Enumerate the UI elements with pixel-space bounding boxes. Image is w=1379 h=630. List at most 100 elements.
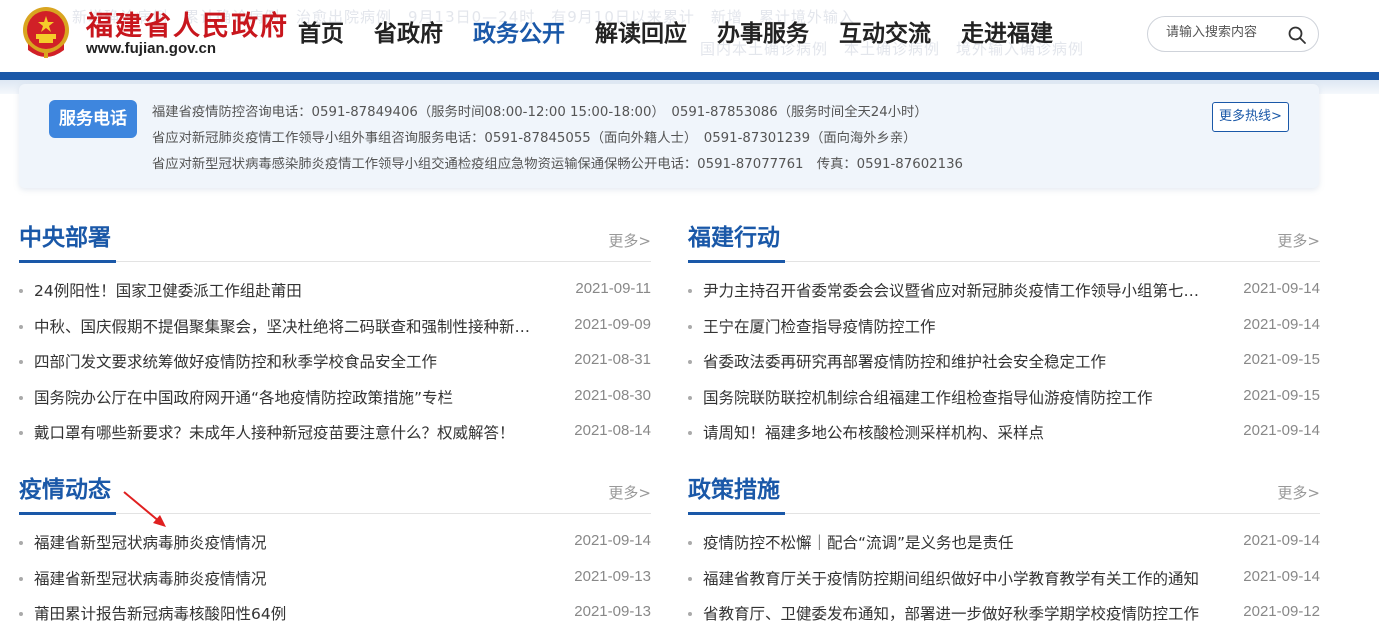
hotline-line: 省应对新冠肺炎疫情工作领导小组外事组咨询服务电话：0591-87845055（面… bbox=[152, 131, 917, 146]
list-item[interactable]: 四部门发文要求统筹做好疫情防控和秋季学校食品安全工作 2021-08-31 bbox=[19, 344, 651, 380]
bullet-icon bbox=[688, 360, 692, 364]
list-item[interactable]: 国务院办公厅在中国政府网开通“各地疫情防控政策措施”专栏 2021-08-30 bbox=[19, 380, 651, 416]
news-list: 24例阳性！国家卫健委派工作组赴莆田 2021-09-11 中秋、国庆假期不提倡聚… bbox=[19, 273, 651, 451]
news-date: 2021-09-14 bbox=[1243, 567, 1320, 585]
section-more-link[interactable]: 更多> bbox=[608, 482, 651, 503]
magnifier-icon[interactable] bbox=[1286, 24, 1308, 46]
news-date: 2021-09-11 bbox=[575, 280, 651, 297]
list-item[interactable]: 戴口罩有哪些新要求？未成年人接种新冠疫苗要注意什么？权威解答！ 2021-08-1… bbox=[19, 415, 651, 451]
news-date: 2021-09-13 bbox=[574, 603, 651, 620]
list-item[interactable]: 省委政法委再研究再部署疫情防控和维护社会安全稳定工作 2021-09-15 bbox=[688, 344, 1320, 380]
list-item[interactable]: 尹力主持召开省委常委会会议暨省应对新冠肺炎疫情工作领导小组第七十次会议 2021-… bbox=[688, 273, 1320, 309]
list-item[interactable]: 省教育厅、卫健委发布通知，部署进一步做好秋季学期学校疫情防控工作 2021-09-… bbox=[688, 596, 1320, 630]
list-item[interactable]: 请周知！福建多地公布核酸检测采样机构、采样点 2021-09-14 bbox=[688, 415, 1320, 451]
section-more-link[interactable]: 更多> bbox=[1277, 230, 1320, 251]
bullet-icon bbox=[19, 576, 23, 581]
list-item[interactable]: 福建省新型冠状病毒肺炎疫情情况 2021-09-13 bbox=[19, 561, 651, 597]
national-emblem-icon[interactable] bbox=[20, 4, 72, 60]
news-title[interactable]: 请周知！福建多地公布核酸检测采样机构、采样点 bbox=[703, 415, 1203, 451]
bullet-icon bbox=[19, 395, 23, 400]
section-header: 疫情动态 更多> bbox=[19, 468, 651, 515]
section-more-link[interactable]: 更多> bbox=[608, 230, 651, 251]
section-header: 中央部署 更多> bbox=[19, 216, 651, 263]
news-title[interactable]: 王宁在厦门检查指导疫情防控工作 bbox=[703, 309, 1203, 345]
list-item[interactable]: 莆田累计报告新冠病毒核酸阳性64例 2021-09-13 bbox=[19, 596, 651, 630]
bullet-icon bbox=[688, 289, 692, 293]
news-date: 2021-09-14 bbox=[1243, 315, 1320, 333]
section-title[interactable]: 福建行动 bbox=[688, 218, 780, 252]
nav-item-interaction[interactable]: 互动交流 bbox=[839, 14, 931, 54]
section-policy-measures: 政策措施 更多> 疫情防控不松懈｜配合“流调”是义务也是责任 2021-09-14… bbox=[688, 468, 1320, 630]
news-title[interactable]: 省教育厅、卫健委发布通知，部署进一步做好秋季学期学校疫情防控工作 bbox=[703, 596, 1203, 630]
bullet-icon bbox=[688, 324, 692, 329]
news-date: 2021-08-14 bbox=[574, 422, 651, 439]
news-list: 尹力主持召开省委常委会会议暨省应对新冠肺炎疫情工作领导小组第七十次会议 2021-… bbox=[688, 273, 1320, 451]
bullet-icon bbox=[688, 431, 692, 435]
site-name[interactable]: 福建省人民政府 bbox=[86, 4, 289, 43]
news-date: 2021-09-13 bbox=[574, 567, 651, 585]
service-phone-badge: 服务电话 bbox=[49, 100, 137, 138]
search-input[interactable] bbox=[1166, 25, 1284, 40]
news-title[interactable]: 疫情防控不松懈｜配合“流调”是义务也是责任 bbox=[703, 525, 1203, 561]
section-title[interactable]: 政策措施 bbox=[688, 470, 780, 504]
section-epidemic-updates: 疫情动态 更多> 福建省新型冠状病毒肺炎疫情情况 2021-09-14 福建省新型… bbox=[19, 468, 651, 630]
site-header: 新增确诊病例 累计确诊病例 治愈出院病例 9月13日0—24时 有9月10日以来… bbox=[0, 0, 1379, 80]
news-title[interactable]: 省委政法委再研究再部署疫情防控和维护社会安全稳定工作 bbox=[703, 344, 1203, 380]
bullet-icon bbox=[688, 612, 692, 616]
more-hotlines-button[interactable]: 更多热线> bbox=[1212, 102, 1289, 132]
news-title[interactable]: 中秋、国庆假期不提倡聚集聚会，坚决杜绝将二码联查和强制性接种新冠疫苗挂钩 bbox=[34, 309, 534, 345]
section-header: 福建行动 更多> bbox=[688, 216, 1320, 263]
nav-item-government-affairs[interactable]: 政务公开 bbox=[473, 14, 565, 54]
list-item[interactable]: 王宁在厦门检查指导疫情防控工作 2021-09-14 bbox=[688, 309, 1320, 345]
section-title-underline bbox=[19, 512, 116, 515]
news-title[interactable]: 莆田累计报告新冠病毒核酸阳性64例 bbox=[34, 596, 534, 630]
bullet-icon bbox=[688, 395, 692, 400]
news-date: 2021-09-09 bbox=[574, 315, 651, 333]
bullet-icon bbox=[19, 612, 23, 616]
list-item[interactable]: 福建省教育厅关于疫情防控期间组织做好中小学教育教学有关工作的通知 2021-09-… bbox=[688, 561, 1320, 597]
section-title[interactable]: 疫情动态 bbox=[19, 470, 111, 504]
news-list: 疫情防控不松懈｜配合“流调”是义务也是责任 2021-09-14 福建省教育厅关于… bbox=[688, 525, 1320, 630]
section-title[interactable]: 中央部署 bbox=[19, 218, 111, 252]
section-central: 中央部署 更多> 24例阳性！国家卫健委派工作组赴莆田 2021-09-11 中秋… bbox=[19, 216, 651, 451]
nav-item-home[interactable]: 首页 bbox=[298, 14, 344, 54]
nav-item-about-fujian[interactable]: 走进福建 bbox=[961, 14, 1053, 54]
list-item[interactable]: 中秋、国庆假期不提倡聚集聚会，坚决杜绝将二码联查和强制性接种新冠疫苗挂钩 2021… bbox=[19, 309, 651, 345]
section-more-link[interactable]: 更多> bbox=[1277, 482, 1320, 503]
section-title-underline bbox=[19, 260, 116, 263]
service-hotline-panel: 服务电话 福建省疫情防控咨询电话：0591-87849406（服务时间08:00… bbox=[19, 84, 1319, 188]
bullet-icon bbox=[19, 324, 23, 329]
bullet-icon bbox=[19, 360, 23, 364]
news-date: 2021-09-15 bbox=[1243, 351, 1320, 368]
section-title-underline bbox=[688, 512, 785, 515]
list-item[interactable]: 疫情防控不松懈｜配合“流调”是义务也是责任 2021-09-14 bbox=[688, 525, 1320, 561]
news-title[interactable]: 24例阳性！国家卫健委派工作组赴莆田 bbox=[34, 273, 534, 309]
bullet-icon bbox=[19, 541, 23, 545]
nav-item-interpretation[interactable]: 解读回应 bbox=[595, 14, 687, 54]
news-date: 2021-09-14 bbox=[1243, 280, 1320, 297]
list-item[interactable]: 24例阳性！国家卫健委派工作组赴莆田 2021-09-11 bbox=[19, 273, 651, 309]
list-item[interactable]: 国务院联防联控机制综合组福建工作组检查指导仙游疫情防控工作 2021-09-15 bbox=[688, 380, 1320, 416]
search-box bbox=[1147, 16, 1319, 52]
bullet-icon bbox=[688, 576, 692, 581]
news-title[interactable]: 福建省新型冠状病毒肺炎疫情情况 bbox=[34, 525, 534, 561]
news-title[interactable]: 尹力主持召开省委常委会会议暨省应对新冠肺炎疫情工作领导小组第七十次会议 bbox=[703, 273, 1203, 309]
news-date: 2021-09-12 bbox=[1243, 603, 1320, 620]
news-title[interactable]: 福建省新型冠状病毒肺炎疫情情况 bbox=[34, 561, 534, 597]
news-title[interactable]: 戴口罩有哪些新要求？未成年人接种新冠疫苗要注意什么？权威解答！ bbox=[34, 415, 534, 451]
site-url[interactable]: www.fujian.gov.cn bbox=[86, 40, 216, 57]
news-date: 2021-09-14 bbox=[1243, 532, 1320, 549]
list-item[interactable]: 福建省新型冠状病毒肺炎疫情情况 2021-09-14 bbox=[19, 525, 651, 561]
nav-item-services[interactable]: 办事服务 bbox=[717, 14, 809, 54]
header-divider-bar bbox=[0, 72, 1379, 80]
main-nav: 首页 省政府 政务公开 解读回应 办事服务 互动交流 走进福建 bbox=[298, 14, 1083, 54]
news-title[interactable]: 福建省教育厅关于疫情防控期间组织做好中小学教育教学有关工作的通知 bbox=[703, 561, 1203, 597]
news-title[interactable]: 四部门发文要求统筹做好疫情防控和秋季学校食品安全工作 bbox=[34, 344, 534, 380]
news-date: 2021-08-31 bbox=[574, 351, 651, 368]
news-date: 2021-09-14 bbox=[574, 532, 651, 549]
news-title[interactable]: 国务院联防联控机制综合组福建工作组检查指导仙游疫情防控工作 bbox=[703, 380, 1203, 416]
section-title-underline bbox=[688, 260, 785, 263]
nav-item-provincial-government[interactable]: 省政府 bbox=[374, 14, 443, 54]
news-title[interactable]: 国务院办公厅在中国政府网开通“各地疫情防控政策措施”专栏 bbox=[34, 380, 534, 416]
bullet-icon bbox=[688, 541, 692, 545]
